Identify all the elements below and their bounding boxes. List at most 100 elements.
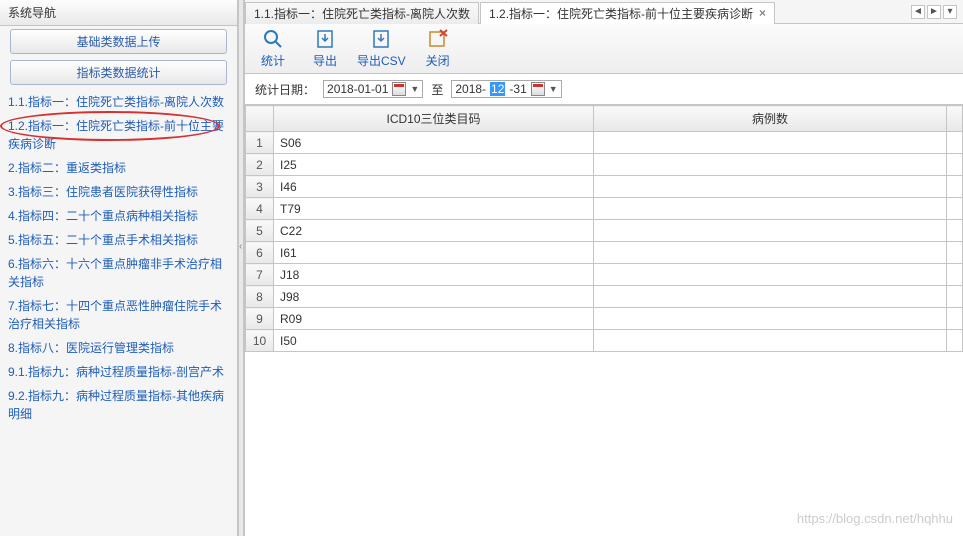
sidebar-title: 系统导航 (0, 0, 237, 26)
scrollbar-header (947, 106, 963, 132)
col-icd-header[interactable]: ICD10三位类目码 (274, 106, 594, 132)
cell-icd: J98 (274, 286, 594, 308)
cell-count (594, 176, 947, 198)
row-number: 6 (246, 242, 274, 264)
nav-item-9-2[interactable]: 9.2.指标九：病种过程质量指标-其他疾病明细 (6, 384, 231, 426)
tabs-scroll-controls: ◄ ► ▾ (911, 5, 963, 19)
table-wrap: ICD10三位类目码 病例数 1S062I253I464T795C226I617… (245, 105, 963, 536)
data-table: ICD10三位类目码 病例数 1S062I253I464T795C226I617… (245, 105, 963, 352)
section-stats[interactable]: 指标类数据统计 (10, 60, 227, 85)
cell-pad (947, 308, 963, 330)
table-row[interactable]: 10I50 (246, 330, 963, 352)
dropdown-icon: ▼ (549, 84, 558, 94)
tool-label: 导出CSV (357, 52, 406, 69)
cell-count (594, 330, 947, 352)
cell-pad (947, 198, 963, 220)
table-row[interactable]: 8J98 (246, 286, 963, 308)
row-number: 3 (246, 176, 274, 198)
cell-count (594, 264, 947, 286)
cell-count (594, 220, 947, 242)
cell-pad (947, 220, 963, 242)
cell-icd: I61 (274, 242, 594, 264)
row-number: 7 (246, 264, 274, 286)
nav-item-9-1[interactable]: 9.1.指标九：病种过程质量指标-剖宫产术 (6, 360, 231, 384)
cell-icd: C22 (274, 220, 594, 242)
cell-pad (947, 242, 963, 264)
date-from-input[interactable]: 2018-01-01 ▼ (323, 80, 423, 98)
date-to-prefix: 2018- (455, 82, 486, 96)
nav-item-4[interactable]: 4.指标四：二十个重点病种相关指标 (6, 204, 231, 228)
calendar-icon (392, 82, 406, 96)
to-label: 至 (431, 81, 443, 98)
cell-icd: I46 (274, 176, 594, 198)
row-number: 4 (246, 198, 274, 220)
section-upload[interactable]: 基础类数据上传 (10, 29, 227, 54)
table-row[interactable]: 6I61 (246, 242, 963, 264)
nav-item-label: 1.2.指标一：住院死亡类指标-前十位主要疾病诊断 (8, 119, 224, 151)
cell-count (594, 198, 947, 220)
stats-icon (262, 28, 284, 50)
nav-item-2[interactable]: 2.指标二：重返类指标 (6, 156, 231, 180)
table-row[interactable]: 3I46 (246, 176, 963, 198)
nav-item-1-2[interactable]: 1.2.指标一：住院死亡类指标-前十位主要疾病诊断 (6, 114, 231, 156)
table-row[interactable]: 1S06 (246, 132, 963, 154)
table-row[interactable]: 5C22 (246, 220, 963, 242)
nav-item-5[interactable]: 5.指标五：二十个重点手术相关指标 (6, 228, 231, 252)
export-icon (314, 28, 336, 50)
tabs-scroll-right-icon[interactable]: ► (927, 5, 941, 19)
tab-close-icon[interactable]: × (759, 6, 766, 20)
table-row[interactable]: 9R09 (246, 308, 963, 330)
date-to-suffix: -31 (509, 82, 526, 96)
tabs-row: 1.1.指标一：住院死亡类指标-离院人次数 1.2.指标一：住院死亡类指标-前十… (245, 0, 963, 24)
stats-button[interactable]: 统计 (253, 28, 293, 69)
nav-item-7[interactable]: 7.指标七：十四个重点恶性肿瘤住院手术治疗相关指标 (6, 294, 231, 336)
tabs-scroll-left-icon[interactable]: ◄ (911, 5, 925, 19)
tab-label: 1.2.指标一：住院死亡类指标-前十位主要疾病诊断 (489, 5, 753, 22)
cell-pad (947, 330, 963, 352)
toolbar: 统计 导出 导出CSV 关闭 (245, 24, 963, 74)
nav-item-6[interactable]: 6.指标六：十六个重点肿瘤非手术治疗相关指标 (6, 252, 231, 294)
nav-list: 1.1.指标一：住院死亡类指标-离院人次数 1.2.指标一：住院死亡类指标-前十… (0, 88, 237, 536)
tab-1-1[interactable]: 1.1.指标一：住院死亡类指标-离院人次数 (245, 2, 479, 24)
nav-item-8[interactable]: 8.指标八：医院运行管理类指标 (6, 336, 231, 360)
close-icon (427, 28, 449, 50)
tab-label: 1.1.指标一：住院死亡类指标-离院人次数 (254, 5, 470, 22)
cell-pad (947, 264, 963, 286)
cell-count (594, 242, 947, 264)
date-from-value: 2018-01-01 (327, 82, 388, 96)
cell-icd: J18 (274, 264, 594, 286)
main-panel: 1.1.指标一：住院死亡类指标-离院人次数 1.2.指标一：住院死亡类指标-前十… (244, 0, 963, 536)
row-number: 8 (246, 286, 274, 308)
date-to-input[interactable]: 2018- 12 -31 ▼ (451, 80, 561, 98)
cell-pad (947, 132, 963, 154)
row-number: 5 (246, 220, 274, 242)
close-button[interactable]: 关闭 (418, 28, 458, 69)
export-csv-button[interactable]: 导出CSV (357, 28, 406, 69)
table-row[interactable]: 4T79 (246, 198, 963, 220)
table-row[interactable]: 2I25 (246, 154, 963, 176)
cell-icd: T79 (274, 198, 594, 220)
tool-label: 导出 (313, 52, 337, 69)
date-to-selected: 12 (490, 82, 505, 96)
filter-label: 统计日期： (255, 81, 315, 98)
nav-item-1-1[interactable]: 1.1.指标一：住院死亡类指标-离院人次数 (6, 90, 231, 114)
table-row[interactable]: 7J18 (246, 264, 963, 286)
cell-count (594, 132, 947, 154)
cell-icd: S06 (274, 132, 594, 154)
cell-icd: I50 (274, 330, 594, 352)
cell-count (594, 286, 947, 308)
tab-1-2[interactable]: 1.2.指标一：住院死亡类指标-前十位主要疾病诊断 × (480, 2, 775, 24)
cell-pad (947, 286, 963, 308)
tabs-menu-icon[interactable]: ▾ (943, 5, 957, 19)
cell-count (594, 154, 947, 176)
cell-icd: R09 (274, 308, 594, 330)
row-number: 1 (246, 132, 274, 154)
export-button[interactable]: 导出 (305, 28, 345, 69)
cell-count (594, 308, 947, 330)
row-number: 10 (246, 330, 274, 352)
row-number: 2 (246, 154, 274, 176)
nav-item-3[interactable]: 3.指标三：住院患者医院获得性指标 (6, 180, 231, 204)
splitter[interactable] (238, 0, 244, 536)
sidebar: 系统导航 基础类数据上传 指标类数据统计 1.1.指标一：住院死亡类指标-离院人… (0, 0, 238, 536)
col-count-header[interactable]: 病例数 (594, 106, 947, 132)
